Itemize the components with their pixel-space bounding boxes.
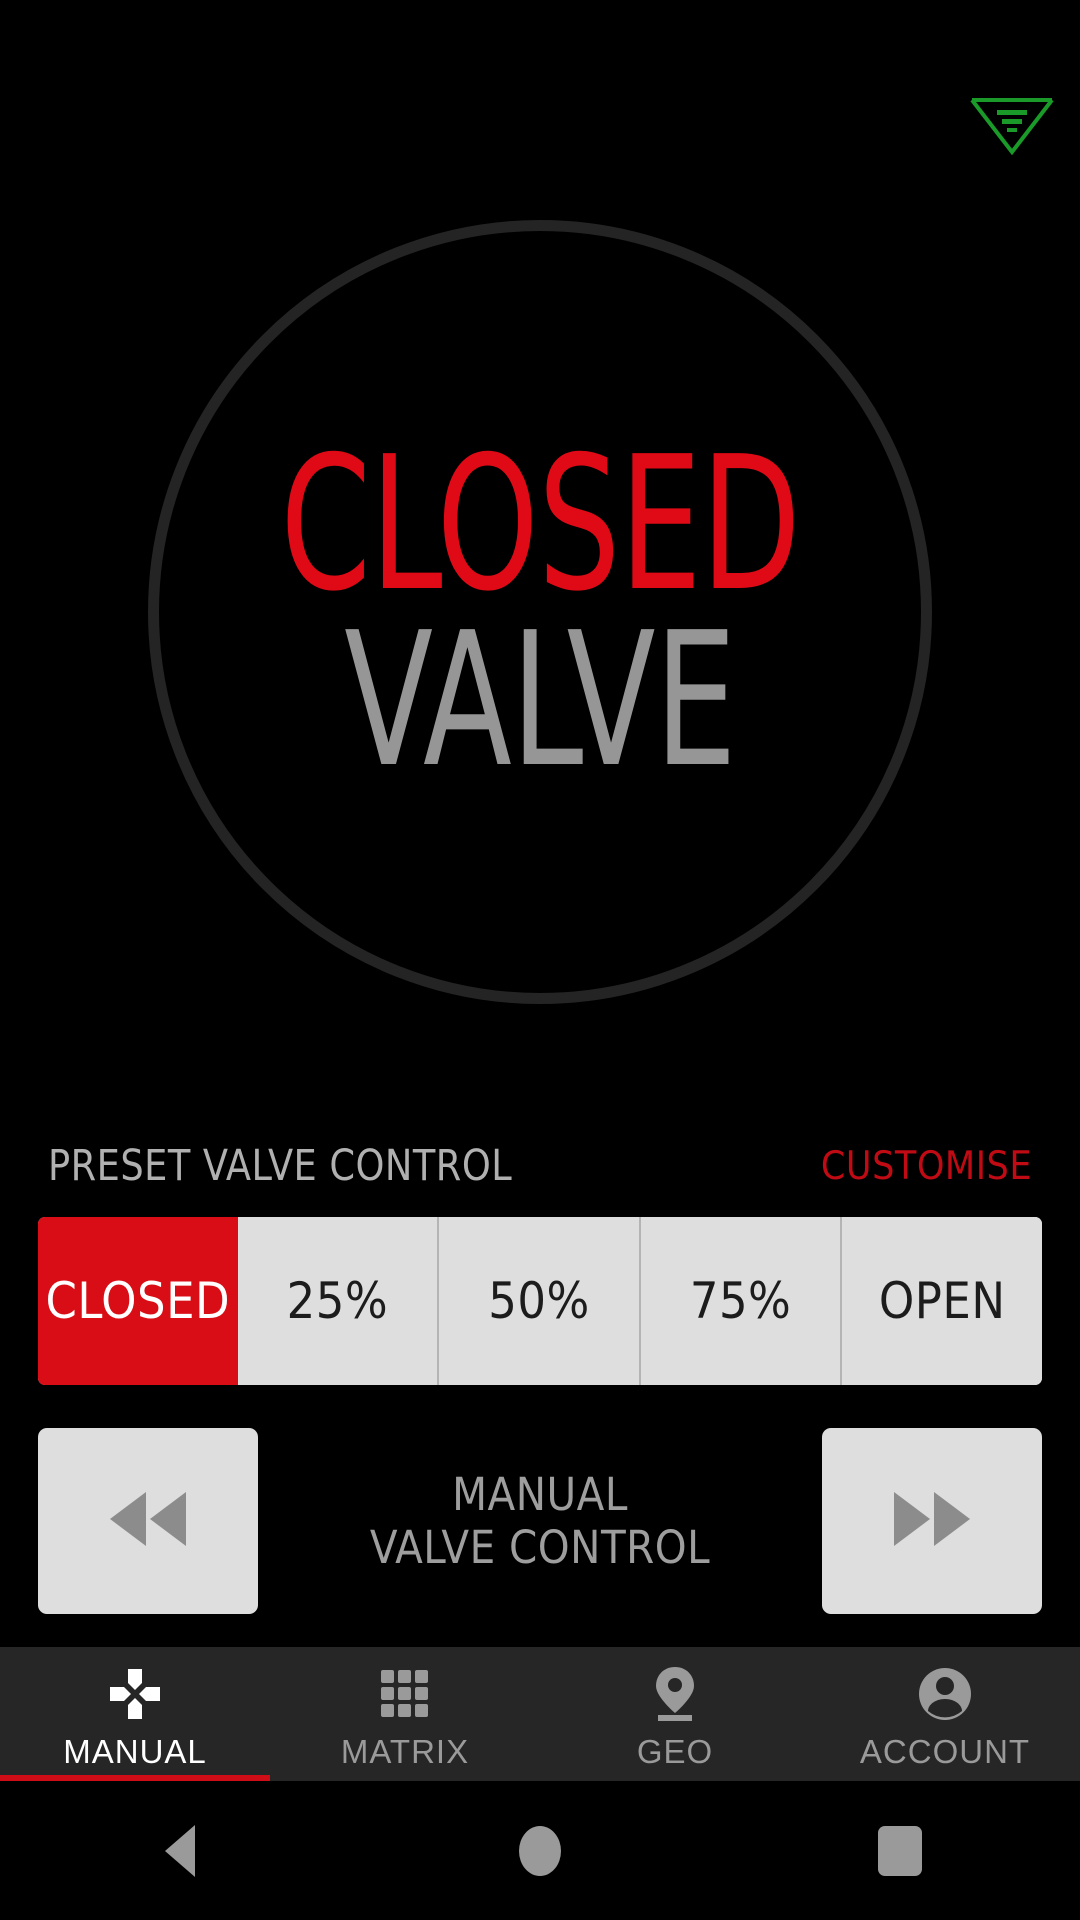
rewind-double-left-arrow-icon (98, 1484, 198, 1559)
valve-state-text: CLOSED (280, 415, 801, 632)
preset-segment-75[interactable]: 75% (638, 1217, 841, 1385)
preset-segment-closed[interactable]: CLOSED (38, 1217, 238, 1385)
manual-label-line-2: VALVE CONTROL (369, 1521, 711, 1574)
preset-section-header: PRESET VALVE CONTROL CUSTOMISE (48, 1140, 1032, 1192)
grid-3x3-icon (379, 1665, 431, 1723)
valve-v-logo-icon (966, 86, 1058, 156)
tab-geo[interactable]: GEO (540, 1647, 810, 1781)
manual-valve-control-row: MANUAL VALVE CONTROL (38, 1428, 1042, 1614)
tab-matrix[interactable]: MATRIX (270, 1647, 540, 1781)
preset-segment-50[interactable]: 50% (437, 1217, 639, 1385)
preset-section-title: PRESET VALVE CONTROL (48, 1141, 513, 1191)
tab-manual-label: MANUAL (63, 1733, 207, 1770)
tab-matrix-label: MATRIX (340, 1733, 470, 1770)
valve-increase-button[interactable] (822, 1428, 1042, 1614)
recents-square-icon (878, 1825, 922, 1876)
manual-valve-control-label: MANUAL VALVE CONTROL (258, 1468, 822, 1574)
tab-account[interactable]: ACCOUNT (810, 1647, 1080, 1781)
bottom-tab-bar: MANUAL MATRIX GEO ACCOUNT (0, 1647, 1080, 1781)
map-pin-icon (650, 1665, 700, 1723)
android-system-nav-bar (0, 1781, 1080, 1920)
fast-forward-double-right-arrow-icon (882, 1484, 982, 1559)
system-back-button[interactable] (0, 1824, 360, 1877)
dpad-crosshair-icon (106, 1665, 164, 1723)
home-circle-icon (519, 1825, 561, 1876)
system-recents-button[interactable] (720, 1825, 1080, 1876)
customise-button[interactable]: CUSTOMISE (821, 1144, 1032, 1189)
manual-label-line-1: MANUAL (452, 1467, 628, 1521)
tab-account-label: ACCOUNT (859, 1733, 1031, 1770)
back-triangle-icon (165, 1824, 195, 1877)
valve-subject-text: VALVE (344, 592, 736, 808)
preset-valve-segmented-control[interactable]: CLOSED 25% 50% 75% OPEN (38, 1217, 1042, 1385)
app-root: CLOSED VALVE PRESET VALVE CONTROL CUSTOM… (0, 0, 1080, 1920)
valve-decrease-button[interactable] (38, 1428, 258, 1614)
tab-manual[interactable]: MANUAL (0, 1647, 270, 1781)
system-home-button[interactable] (360, 1825, 720, 1876)
tab-geo-label: GEO (636, 1733, 714, 1770)
preset-segment-25[interactable]: 25% (237, 1217, 438, 1385)
person-avatar-icon (917, 1665, 973, 1723)
valve-status-dial[interactable]: CLOSED VALVE (148, 220, 932, 1004)
preset-segment-open[interactable]: OPEN (840, 1217, 1042, 1385)
